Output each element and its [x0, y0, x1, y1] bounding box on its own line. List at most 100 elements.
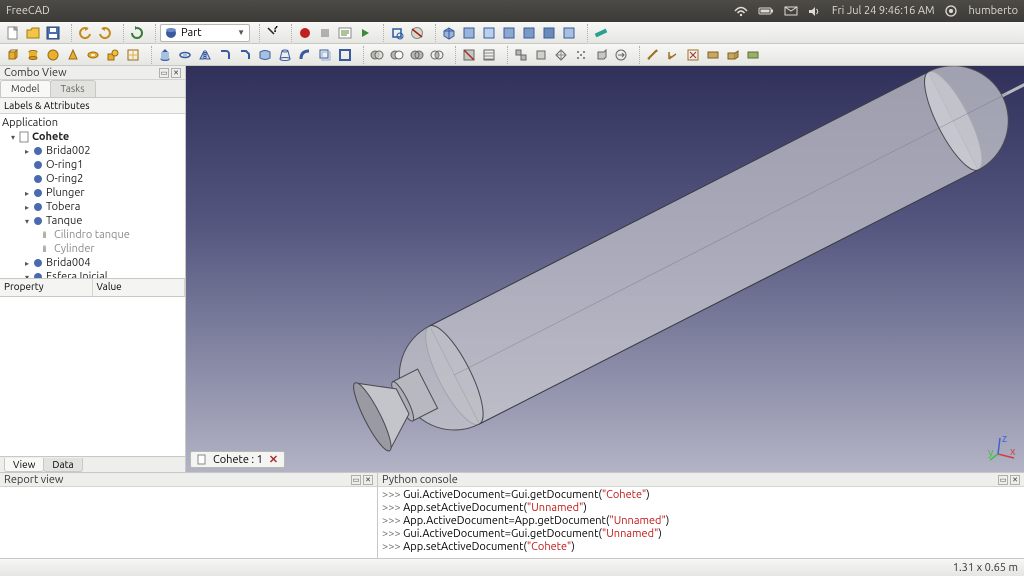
measure-clear-icon[interactable]: [684, 46, 702, 64]
status-dimensions: 1.31 x 0.65 m: [953, 562, 1018, 574]
mail-icon[interactable]: [784, 6, 798, 16]
part-cylinder-icon[interactable]: [24, 46, 42, 64]
tree-item[interactable]: O-ring1: [46, 159, 83, 171]
panel-float-icon[interactable]: ▭: [159, 68, 169, 78]
close-doc-icon[interactable]: ✕: [269, 453, 278, 466]
measure-icon[interactable]: [592, 24, 610, 42]
part-torus-icon[interactable]: [84, 46, 102, 64]
cross-sections-icon[interactable]: [480, 46, 498, 64]
macro-play-icon[interactable]: [356, 24, 374, 42]
section-icon[interactable]: [460, 46, 478, 64]
os-top-panel: FreeCAD Fri Jul 24 9:46:16 AM humberto: [0, 0, 1024, 22]
tree-item[interactable]: Tanque: [46, 215, 82, 227]
fit-all-icon[interactable]: [388, 24, 406, 42]
redo-icon[interactable]: [96, 24, 114, 42]
union-icon[interactable]: [408, 46, 426, 64]
sweep-icon[interactable]: [296, 46, 314, 64]
clock[interactable]: Fri Jul 24 9:46:16 AM: [832, 5, 935, 17]
offset-icon[interactable]: [316, 46, 334, 64]
mirror-icon[interactable]: [196, 46, 214, 64]
draw-style-icon[interactable]: [408, 24, 426, 42]
tree-item[interactable]: O-ring2: [46, 173, 83, 185]
btab-view[interactable]: View: [4, 458, 44, 472]
panel-float-icon[interactable]: ▭: [351, 475, 361, 485]
panel-close-icon[interactable]: ✕: [171, 68, 181, 78]
toolbar-row-2: [0, 44, 1024, 66]
chamfer-icon[interactable]: [236, 46, 254, 64]
panel-close-icon[interactable]: ✕: [1010, 475, 1020, 485]
make-compound-icon[interactable]: [512, 46, 530, 64]
view-front-icon[interactable]: [460, 24, 478, 42]
combo-view-title: Combo View ▭✕: [0, 66, 185, 80]
shape-from-mesh-icon[interactable]: [552, 46, 570, 64]
svg-text:y: y: [988, 447, 994, 459]
view-top-icon[interactable]: [480, 24, 498, 42]
points-from-mesh-icon[interactable]: [572, 46, 590, 64]
document-tab[interactable]: Cohete : 1 ✕: [190, 451, 285, 468]
tree-item[interactable]: Brida002: [46, 145, 91, 157]
intersect-icon[interactable]: [428, 46, 446, 64]
whatsthis-icon[interactable]: ?: [264, 24, 282, 42]
macro-stop-icon[interactable]: [316, 24, 334, 42]
refresh-icon[interactable]: [128, 24, 146, 42]
tree-item[interactable]: Tobera: [46, 201, 80, 213]
macro-record-icon[interactable]: [296, 24, 314, 42]
combo-view-panel: Combo View ▭✕ Model Tasks Labels & Attri…: [0, 66, 186, 472]
part-cone-icon[interactable]: [64, 46, 82, 64]
tree-item[interactable]: Cilindro tanque: [54, 229, 130, 241]
measure-linear-icon[interactable]: [644, 46, 662, 64]
tree-item[interactable]: Esfera Inicial: [46, 271, 108, 279]
view-right-icon[interactable]: [500, 24, 518, 42]
panel-close-icon[interactable]: ✕: [363, 475, 373, 485]
window-title: FreeCAD: [6, 5, 50, 17]
tab-model[interactable]: Model: [0, 80, 51, 97]
revolve-icon[interactable]: [176, 46, 194, 64]
ruled-surface-icon[interactable]: [256, 46, 274, 64]
open-icon[interactable]: [24, 24, 42, 42]
tree-item[interactable]: Cylinder: [54, 243, 95, 255]
new-doc-icon[interactable]: [4, 24, 22, 42]
tree-item[interactable]: Plunger: [46, 187, 85, 199]
undo-icon[interactable]: [76, 24, 94, 42]
btab-data[interactable]: Data: [43, 458, 82, 472]
measure-toggle-icon[interactable]: [704, 46, 722, 64]
wifi-icon[interactable]: [734, 6, 748, 17]
battery-icon[interactable]: [758, 6, 774, 16]
3d-viewport[interactable]: xyz Cohete : 1 ✕: [186, 66, 1024, 472]
make-face-icon[interactable]: [532, 46, 550, 64]
tree-item[interactable]: Brida004: [46, 257, 91, 269]
part-sphere-icon[interactable]: [44, 46, 62, 64]
view-left-icon[interactable]: [560, 24, 578, 42]
doc-icon: [197, 454, 207, 465]
part-box-icon[interactable]: [4, 46, 22, 64]
session-icon[interactable]: [945, 5, 957, 17]
tab-tasks[interactable]: Tasks: [50, 80, 96, 97]
report-body[interactable]: [0, 487, 377, 558]
save-icon[interactable]: [44, 24, 62, 42]
measure-delta-icon[interactable]: [744, 46, 762, 64]
convert-to-solid-icon[interactable]: [592, 46, 610, 64]
view-iso-icon[interactable]: [440, 24, 458, 42]
user-menu[interactable]: humberto: [969, 5, 1018, 17]
tree-root[interactable]: Cohete: [32, 131, 69, 143]
macro-list-icon[interactable]: [336, 24, 354, 42]
python-console-body[interactable]: >>> Gui.ActiveDocument=Gui.getDocument("…: [378, 487, 1024, 558]
part-builder-icon[interactable]: [124, 46, 142, 64]
view-rear-icon[interactable]: [520, 24, 538, 42]
part-primitives-icon[interactable]: [104, 46, 122, 64]
loft-icon[interactable]: [276, 46, 294, 64]
reverse-shape-icon[interactable]: [612, 46, 630, 64]
extrude-icon[interactable]: [156, 46, 174, 64]
property-body[interactable]: [0, 297, 185, 457]
thickness-icon[interactable]: [336, 46, 354, 64]
cut-icon[interactable]: [388, 46, 406, 64]
boolean-icon[interactable]: [368, 46, 386, 64]
measure-toggle3d-icon[interactable]: [724, 46, 742, 64]
measure-angular-icon[interactable]: [664, 46, 682, 64]
workbench-selector[interactable]: Part ▼: [160, 24, 250, 42]
panel-float-icon[interactable]: ▭: [998, 475, 1008, 485]
volume-icon[interactable]: [808, 6, 820, 17]
fillet-icon[interactable]: [216, 46, 234, 64]
view-bottom-icon[interactable]: [540, 24, 558, 42]
model-tree[interactable]: Application ▾Cohete ▸Brida002 O-ring1 O-…: [0, 114, 185, 279]
